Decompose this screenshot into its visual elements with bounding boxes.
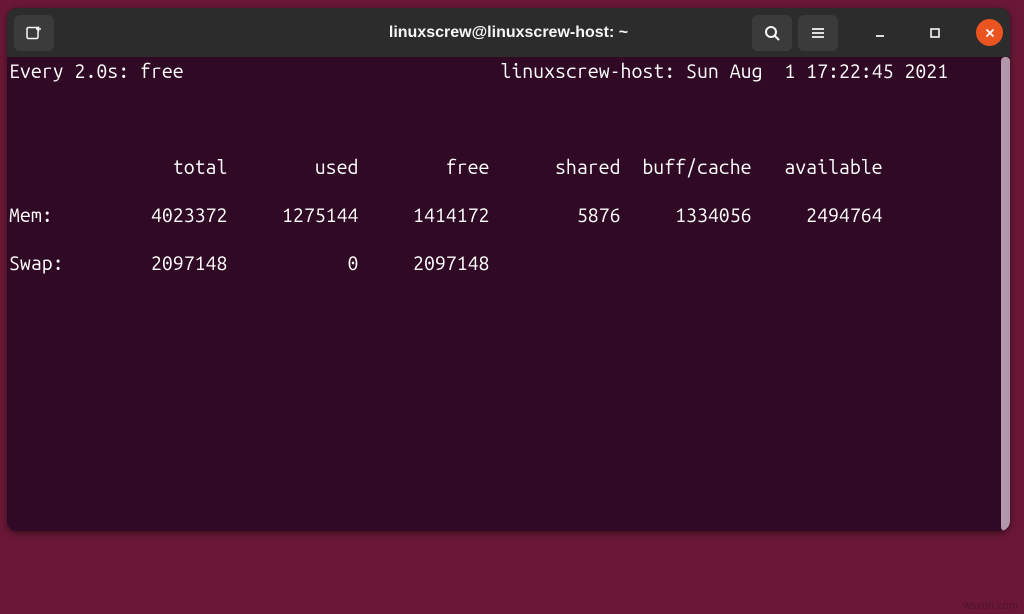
maximize-button[interactable]: [921, 19, 948, 46]
search-button[interactable]: [752, 15, 792, 51]
watch-interval: Every 2.0s:: [9, 60, 129, 82]
new-tab-icon: [25, 24, 43, 42]
maximize-icon: [928, 26, 942, 40]
watermark: wsxdn.com: [963, 600, 1018, 612]
close-button[interactable]: [976, 19, 1003, 46]
close-icon: [983, 26, 997, 40]
search-icon: [763, 24, 781, 42]
minimize-button[interactable]: [866, 19, 893, 46]
titlebar: linuxscrew@linuxscrew-host: ~: [7, 8, 1010, 57]
swap-row: Swap: 2097148 0 2097148: [9, 251, 1010, 275]
terminal-output[interactable]: Every 2.0s: free linuxscrew-host: Sun Au…: [7, 57, 1010, 531]
titlebar-left-group: [14, 15, 54, 51]
watch-header-line: Every 2.0s: free linuxscrew-host: Sun Au…: [9, 59, 1010, 83]
header-row: total used free shared buff/cache availa…: [9, 155, 1010, 179]
titlebar-right-group: [752, 15, 1003, 51]
mem-row: Mem: 4023372 1275144 1414172 5876 133405…: [9, 203, 1010, 227]
scrollbar-thumb[interactable]: [1001, 57, 1010, 531]
scrollbar-track[interactable]: [1001, 57, 1010, 531]
blank-line: [9, 107, 1010, 131]
new-tab-button[interactable]: [14, 15, 54, 51]
watch-spacer: [184, 60, 501, 82]
menu-button[interactable]: [798, 15, 838, 51]
terminal-window: linuxscrew@linuxscrew-host: ~: [7, 8, 1010, 531]
watch-command: free: [140, 60, 184, 82]
hamburger-icon: [809, 24, 827, 42]
minimize-icon: [873, 26, 887, 40]
watch-hostinfo: linuxscrew-host: Sun Aug 1 17:22:45 2021: [500, 60, 948, 82]
